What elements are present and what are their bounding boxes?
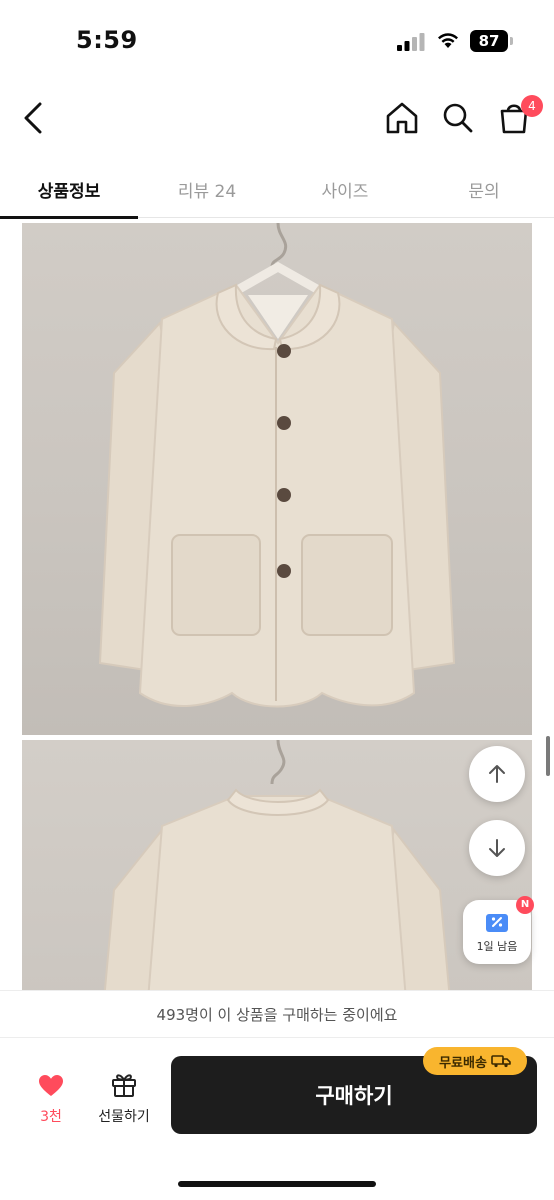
battery-indicator: 87 [470, 30, 508, 52]
gift-icon [112, 1074, 136, 1097]
coat-front-illustration [98, 223, 456, 708]
like-count: 3천 [40, 1109, 62, 1125]
scroll-up-button[interactable] [469, 746, 525, 802]
coupon-new-badge: N [516, 896, 534, 914]
purchase-activity-notice: 493명이 이 상품을 구매하는 중이에요 [0, 990, 554, 1038]
scroll-indicator[interactable] [546, 736, 550, 776]
free-shipping-badge: 무료배송 [423, 1047, 527, 1075]
truck-icon [491, 1055, 511, 1068]
status-bar: 5:59 87 [0, 0, 554, 80]
wifi-icon [438, 33, 458, 48]
tab-reviews[interactable]: 리뷰 24 [138, 160, 276, 218]
product-image-front [22, 223, 532, 735]
like-button[interactable]: 3천 [26, 1070, 76, 1130]
signal-icon [397, 33, 425, 51]
home-indicator [178, 1181, 376, 1187]
status-time: 5:59 [76, 26, 138, 54]
coat-back-illustration [102, 740, 452, 1000]
tab-size[interactable]: 사이즈 [276, 160, 414, 218]
tab-inquiry[interactable]: 문의 [414, 160, 554, 218]
search-icon[interactable] [438, 98, 478, 138]
tab-bar: 상품정보 리뷰 24 사이즈 문의 [0, 160, 554, 219]
heart-icon [39, 1075, 63, 1096]
coupon-icon [486, 914, 508, 932]
coupon-remaining-label: 1일 남음 [476, 940, 518, 953]
free-shipping-label: 무료배송 [439, 1055, 487, 1071]
arrow-up-icon [489, 765, 505, 783]
home-icon[interactable] [382, 98, 422, 138]
arrow-down-icon [489, 839, 505, 857]
tab-product-info[interactable]: 상품정보 [0, 160, 138, 219]
scroll-down-button[interactable] [469, 820, 525, 876]
cart-count-badge: 4 [521, 95, 543, 117]
battery-tip [510, 37, 513, 45]
gift-button[interactable]: 선물하기 [88, 1070, 160, 1130]
product-image-back [22, 740, 532, 1000]
gift-label: 선물하기 [98, 1109, 150, 1125]
back-arrow-icon[interactable] [18, 96, 50, 140]
